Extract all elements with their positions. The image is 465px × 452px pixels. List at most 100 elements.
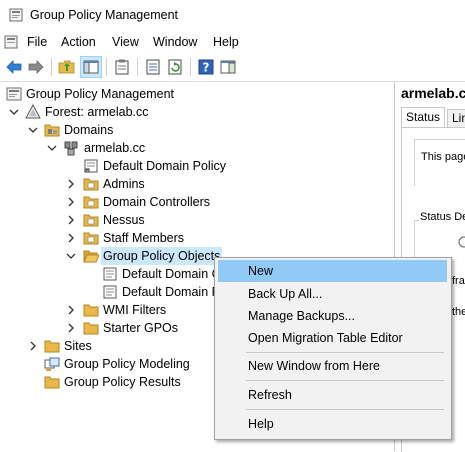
chevron-right-icon[interactable] <box>66 197 76 207</box>
ou-folder-icon <box>83 196 99 209</box>
tree-ou-staff-members[interactable]: Staff Members <box>0 229 390 247</box>
wmi-folder-icon <box>83 304 99 317</box>
details-header: armelab.c <box>401 85 465 101</box>
menu-item-new[interactable]: New <box>218 260 447 282</box>
menu-action[interactable]: Action <box>61 35 96 49</box>
help-icon[interactable]: ? <box>197 58 215 76</box>
show-hide-tree-button[interactable] <box>80 56 102 78</box>
chevron-down-icon[interactable] <box>28 125 38 135</box>
menu-item-new-window-from-here-label: New Window from Here <box>248 359 380 373</box>
menu-item-open-migration-table-editor[interactable]: Open Migration Table Editor <box>218 327 447 349</box>
tree-ou-domain-controllers[interactable]: Domain Controllers <box>0 193 390 211</box>
infrastructure-text: frast <box>452 275 465 287</box>
tree-sites[interactable]: Sites <box>0 337 215 355</box>
tree-group-policy-results[interactable]: Group Policy Results <box>0 373 215 391</box>
chevron-right-icon[interactable] <box>66 305 76 315</box>
menu-item-manage-backups[interactable]: Manage Backups... <box>218 305 447 327</box>
menu-item-back-up-all[interactable]: Back Up All... <box>218 283 447 305</box>
title-bar: Group Policy Management <box>0 0 465 31</box>
menu-bar: File Action View Window Help <box>0 31 465 53</box>
modeling-icon <box>44 357 60 371</box>
gpo-folder-open-icon <box>83 250 99 263</box>
up-folder-icon[interactable] <box>58 58 76 76</box>
tree-wmi-filters-label: WMI Filters <box>103 303 167 317</box>
menu-item-help[interactable]: Help <box>218 413 447 435</box>
menu-window[interactable]: Window <box>153 35 197 49</box>
tree-gpo-child-1[interactable]: Default Domain C <box>0 265 221 283</box>
tree-ou-nessus[interactable]: Nessus <box>0 211 390 229</box>
tree-domain-label: armelab.cc <box>84 141 146 155</box>
status-info-icon <box>458 236 465 248</box>
tree-domains-label: Domains <box>64 123 114 137</box>
menu-view[interactable]: View <box>112 35 139 49</box>
menu-separator <box>246 352 444 353</box>
tree-sites-label: Sites <box>64 339 92 353</box>
chevron-down-icon[interactable] <box>66 251 76 261</box>
gpm-app-icon <box>9 8 23 22</box>
ou-folder-icon <box>83 178 99 191</box>
chevron-right-icon[interactable] <box>66 179 76 189</box>
chevron-right-icon[interactable] <box>66 323 76 333</box>
tree-default-domain-policy[interactable]: Default Domain Policy <box>0 157 390 175</box>
gpo-icon <box>103 285 117 299</box>
chevron-right-icon[interactable] <box>66 215 76 225</box>
chevron-right-icon[interactable] <box>28 341 38 351</box>
menu-item-refresh[interactable]: Refresh <box>218 384 447 406</box>
export-list-icon[interactable] <box>144 58 162 76</box>
menu-file[interactable]: File <box>27 35 47 49</box>
menu-help[interactable]: Help <box>213 35 239 49</box>
toolbar: ? <box>0 53 465 82</box>
tree-group-policy-modeling[interactable]: Group Policy Modeling <box>0 355 215 373</box>
tree-group-policy-objects-label: Group Policy Objects <box>101 247 223 265</box>
tree-root[interactable]: Group Policy Management <box>0 85 390 103</box>
tree-gpo-child-2[interactable]: Default Domain P <box>0 283 220 301</box>
tree-default-domain-policy-label: Default Domain Policy <box>103 159 226 173</box>
properties-pane-icon[interactable] <box>219 58 237 76</box>
status-details-label: Status De <box>419 211 465 223</box>
tree-domains[interactable]: Domains <box>0 121 390 139</box>
window-title: Group Policy Management <box>30 8 178 22</box>
refresh-icon[interactable] <box>166 58 184 76</box>
tree-forest-label: Forest: armelab.cc <box>45 105 149 119</box>
tree-gpo-child-1-label: Default Domain C <box>122 267 221 281</box>
chevron-down-icon[interactable] <box>9 107 19 117</box>
menu-item-help-label: Help <box>248 417 274 431</box>
menu-item-open-migration-table-editor-label: Open Migration Table Editor <box>248 331 403 345</box>
tree-starter-gpos[interactable]: Starter GPOs <box>0 319 215 337</box>
show-hide-tree-icon <box>83 60 99 74</box>
partial-text: the <box>452 306 465 318</box>
system-menu-icon[interactable] <box>4 35 18 49</box>
details-tabs: Status Lin <box>401 107 465 127</box>
tab-linked[interactable]: Lin <box>447 109 465 127</box>
tree-ou-admins[interactable]: Admins <box>0 175 390 193</box>
tab-status[interactable]: Status <box>401 107 446 127</box>
menu-item-refresh-label: Refresh <box>248 388 292 402</box>
tree-wmi-filters[interactable]: WMI Filters <box>0 301 215 319</box>
tree-forest[interactable]: Forest: armelab.cc <box>0 103 390 121</box>
svg-text:?: ? <box>203 61 210 75</box>
menu-item-back-up-all-label: Back Up All... <box>248 287 323 301</box>
results-folder-icon <box>44 376 60 389</box>
tree-domain[interactable]: armelab.cc <box>0 139 390 157</box>
tree-ou-domain-controllers-label: Domain Controllers <box>103 195 210 209</box>
menu-separator <box>246 409 444 410</box>
tree-gpo-child-2-label: Default Domain P <box>122 285 220 299</box>
ou-folder-icon <box>83 214 99 227</box>
sites-folder-icon <box>44 340 60 353</box>
tree-ou-staff-members-label: Staff Members <box>103 231 185 245</box>
tree-group-policy-modeling-label: Group Policy Modeling <box>64 357 190 371</box>
domain-icon <box>64 141 78 156</box>
clipboard-icon[interactable] <box>113 58 131 76</box>
tree-ou-admins-label: Admins <box>103 177 145 191</box>
chevron-down-icon[interactable] <box>47 143 57 153</box>
menu-item-new-window-from-here[interactable]: New Window from Here <box>218 355 447 377</box>
menu-item-new-label: New <box>248 264 274 278</box>
gpo-link-icon <box>84 159 98 173</box>
chevron-right-icon[interactable] <box>66 233 76 243</box>
back-arrow-icon[interactable] <box>5 58 23 76</box>
tree-root-label: Group Policy Management <box>26 87 174 101</box>
forest-icon <box>25 104 41 119</box>
menu-item-manage-backups-label: Manage Backups... <box>248 309 356 323</box>
tree-ou-nessus-label: Nessus <box>103 213 145 227</box>
forward-arrow-icon[interactable] <box>27 58 45 76</box>
